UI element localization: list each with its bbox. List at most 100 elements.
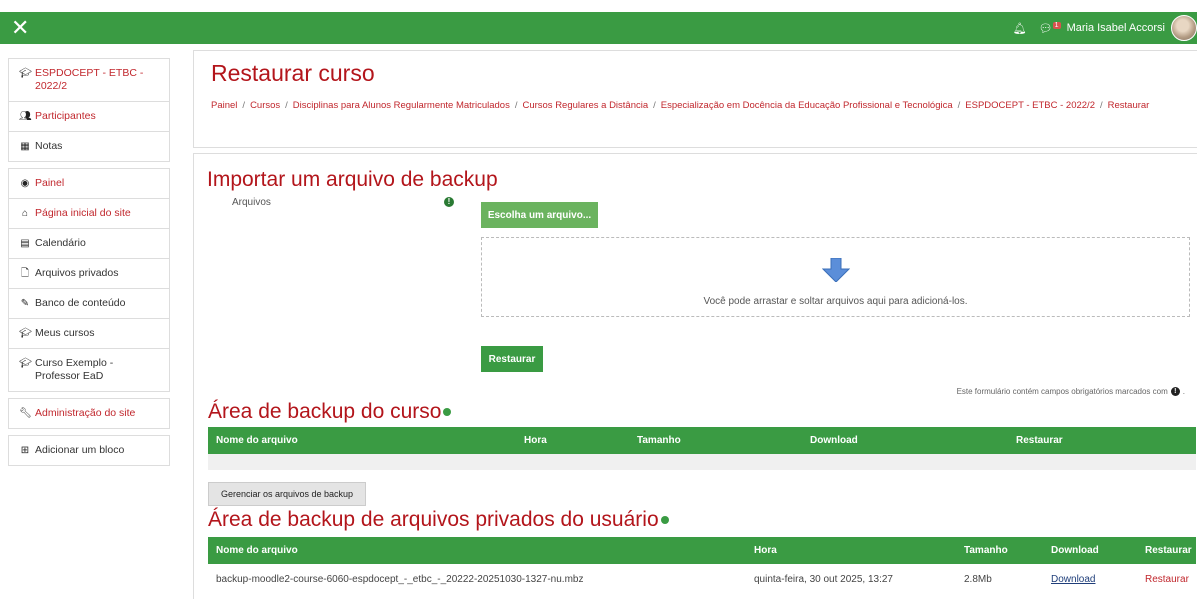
home-icon: ⌂ bbox=[21, 208, 29, 219]
dashboard-icon: ◉ bbox=[20, 178, 30, 189]
sidebar-item-label: ESPDOCEPT - ETBC - 2022/2 bbox=[35, 67, 144, 92]
close-icon[interactable]: ✕ bbox=[11, 15, 29, 41]
sidebar-item-label: Curso Exemplo - Professor EaD bbox=[35, 357, 114, 382]
page-title: Restaurar curso bbox=[211, 60, 375, 86]
user-backup-heading: Área de backup de arquivos privados do u… bbox=[208, 508, 669, 532]
user-backup-table: Nome do arquivo Hora Tamanho Download Re… bbox=[208, 537, 1196, 594]
brush-icon: ✎ bbox=[20, 298, 30, 309]
avatar[interactable] bbox=[1171, 15, 1197, 41]
table-icon: ▦ bbox=[20, 141, 30, 152]
col-size: Tamanho bbox=[629, 427, 802, 454]
sidebar-block: ◉ Painel ⌂ Página inicial do site ▤ Calendári… bbox=[8, 168, 170, 392]
restore-button[interactable]: Restaurar bbox=[481, 346, 543, 372]
users-icon: 👥︎ bbox=[19, 111, 32, 122]
breadcrumb-item[interactable]: Disciplinas para Alunos Regularmente Mat… bbox=[293, 100, 510, 111]
sidebar-item-label: Banco de conteúdo bbox=[35, 297, 126, 309]
breadcrumb-item[interactable]: Cursos Regulares a Distância bbox=[522, 100, 648, 111]
col-filename: Nome do arquivo bbox=[208, 427, 516, 454]
table-row: backup-moodle2-course-6060-espdocept_-_e… bbox=[208, 564, 1196, 594]
empty-row bbox=[208, 454, 1196, 470]
file-dropzone[interactable]: Você pode arrastar e soltar arquivos aqu… bbox=[481, 237, 1190, 317]
breadcrumb-separator: / bbox=[285, 100, 288, 111]
breadcrumb-item[interactable]: ESPDOCEPT - ETBC - 2022/2 bbox=[965, 100, 1095, 111]
download-link[interactable]: Download bbox=[1051, 574, 1095, 585]
bell-icon[interactable]: 🔔︎ bbox=[1013, 22, 1027, 35]
files-label: Arquivos bbox=[232, 197, 271, 208]
restore-link[interactable]: Restaurar bbox=[1145, 574, 1189, 585]
sidebar-item-label: Notas bbox=[35, 140, 63, 152]
user-name[interactable]: Maria Isabel Accorsi bbox=[1067, 22, 1165, 34]
sidebar-item[interactable]: ▤ Calendário bbox=[9, 229, 169, 259]
breadcrumb-item[interactable]: Especialização em Docência da Educação P… bbox=[661, 100, 953, 111]
col-restore: Restaurar bbox=[1008, 427, 1196, 454]
sidebar-item[interactable]: 🎓︎ Meus cursos bbox=[9, 319, 169, 349]
breadcrumb-separator: / bbox=[242, 100, 246, 111]
file-size: 2.8Mb bbox=[964, 573, 992, 585]
sidebar-item-label: Arquivos privados bbox=[35, 267, 119, 279]
sidebar-item[interactable]: 👥︎ Participantes bbox=[9, 102, 169, 132]
sidebar-item[interactable]: ✎ Banco de conteúdo bbox=[9, 289, 169, 319]
sidebar: 🎓︎ ESPDOCEPT - ETBC - 2022/2 👥︎ Participant… bbox=[8, 58, 170, 472]
calendar-icon: ▤ bbox=[20, 238, 30, 249]
plus-square-icon: ⊞ bbox=[20, 445, 30, 456]
sidebar-item[interactable]: ▦ Notas bbox=[9, 132, 169, 161]
chat-icon[interactable]: 💬︎ bbox=[1039, 22, 1053, 35]
breadcrumb-item[interactable]: Painel bbox=[211, 100, 237, 111]
sidebar-block: 🔧︎ Administração do site bbox=[8, 398, 170, 429]
required-small-icon: ! bbox=[1170, 387, 1180, 396]
help-icon[interactable] bbox=[443, 408, 452, 417]
col-time: Hora bbox=[516, 427, 629, 454]
breadcrumb-separator: / bbox=[957, 100, 961, 111]
sidebar-item[interactable]: 🗋 Arquivos privados bbox=[9, 259, 169, 289]
col-time: Hora bbox=[746, 537, 956, 564]
breadcrumb-item[interactable]: Restaurar bbox=[1108, 100, 1150, 111]
sidebar-item-label: Calendário bbox=[35, 237, 86, 249]
sidebar-item-label: Adicionar um bloco bbox=[35, 444, 125, 456]
sidebar-item[interactable]: ⌂ Página inicial do site bbox=[9, 199, 169, 229]
sidebar-item-label: Meus cursos bbox=[35, 327, 95, 339]
col-download: Download bbox=[802, 427, 1008, 454]
sidebar-item-label: Página inicial do site bbox=[35, 207, 131, 219]
graduation-cap-icon: 🎓︎ bbox=[19, 68, 32, 79]
sidebar-item[interactable]: 🎓︎ Curso Exemplo - Professor EaD bbox=[9, 349, 169, 391]
breadcrumb-item[interactable]: Cursos bbox=[250, 100, 280, 111]
sidebar-item[interactable]: ⊞ Adicionar um bloco bbox=[9, 436, 169, 465]
sidebar-item-label: Painel bbox=[35, 177, 65, 189]
graduation-cap-icon: 🎓︎ bbox=[19, 358, 32, 369]
col-size: Tamanho bbox=[956, 537, 1043, 564]
top-navbar: ✕ 🔔︎ 💬︎ 1 Maria Isabel Accorsi bbox=[0, 12, 1197, 44]
graduation-cap-icon: 🎓︎ bbox=[19, 328, 32, 339]
breadcrumb-separator: / bbox=[653, 100, 656, 111]
course-backup-table: Nome do arquivo Hora Tamanho Download Re… bbox=[208, 427, 1196, 470]
breadcrumb-separator: / bbox=[514, 100, 518, 111]
down-arrow-icon bbox=[822, 258, 850, 282]
col-filename: Nome do arquivo bbox=[208, 537, 746, 564]
manage-backups-button[interactable]: Gerenciar os arquivos de backup bbox=[208, 482, 366, 506]
sidebar-item-label: Participantes bbox=[35, 110, 96, 122]
breadcrumb-separator: / bbox=[1099, 100, 1103, 111]
dropzone-text: Você pode arrastar e soltar arquivos aqu… bbox=[703, 296, 968, 307]
table-header-row: Nome do arquivo Hora Tamanho Download Re… bbox=[208, 427, 1196, 454]
col-restore: Restaurar bbox=[1137, 537, 1196, 564]
message-count-badge: 1 bbox=[1052, 21, 1061, 29]
user-menu-area: 🔔︎ 💬︎ 1 Maria Isabel Accorsi bbox=[1013, 12, 1197, 44]
course-backup-heading-text: Área de backup do curso bbox=[208, 400, 442, 423]
sidebar-item[interactable]: 🔧︎ Administração do site bbox=[9, 399, 169, 428]
wrench-icon: 🔧︎ bbox=[19, 408, 32, 419]
help-icon[interactable] bbox=[660, 516, 669, 525]
required-note-text: Este formulário contém campos obrigatóri… bbox=[956, 387, 1168, 396]
import-heading: Importar um arquivo de backup bbox=[207, 168, 498, 191]
file-icon: 🗋 bbox=[20, 268, 30, 279]
sidebar-item-label: Administração do site bbox=[35, 407, 136, 419]
sidebar-item[interactable]: ◉ Painel bbox=[9, 169, 169, 199]
user-backup-heading-text: Área de backup de arquivos privados do u… bbox=[208, 508, 659, 531]
table-header-row: Nome do arquivo Hora Tamanho Download Re… bbox=[208, 537, 1196, 564]
main-card bbox=[193, 153, 1197, 599]
col-download: Download bbox=[1043, 537, 1137, 564]
sidebar-item[interactable]: 🎓︎ ESPDOCEPT - ETBC - 2022/2 bbox=[9, 59, 169, 102]
sidebar-block: ⊞ Adicionar um bloco bbox=[8, 435, 170, 466]
file-name: backup-moodle2-course-6060-espdocept_-_e… bbox=[216, 573, 584, 585]
choose-file-button[interactable]: Escolha um arquivo... bbox=[481, 202, 598, 228]
sidebar-block: 🎓︎ ESPDOCEPT - ETBC - 2022/2 👥︎ Participant… bbox=[8, 58, 170, 162]
course-backup-heading: Área de backup do curso bbox=[208, 400, 452, 424]
